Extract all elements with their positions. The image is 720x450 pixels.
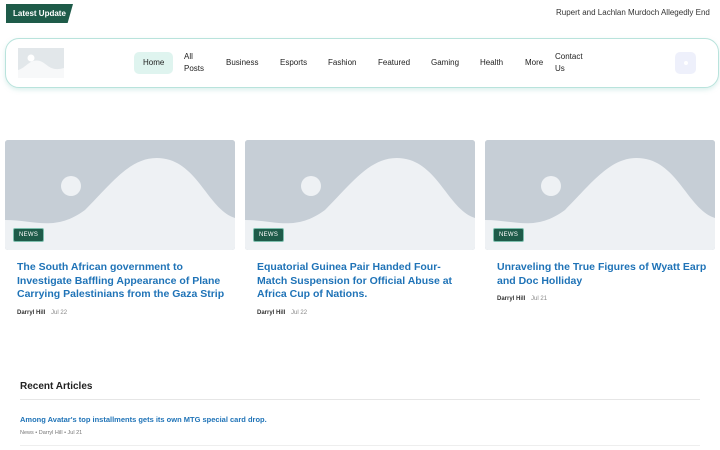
site-header: Home All Posts Business Esports Fashion … <box>5 38 719 88</box>
site-logo[interactable] <box>18 48 64 78</box>
category-badge[interactable]: NEWS <box>493 228 525 242</box>
ticker-headline[interactable]: Rupert and Lachlan Murdoch Allegedly End <box>556 8 720 17</box>
category-badge[interactable]: NEWS <box>253 228 285 242</box>
nav-item-more[interactable]: More <box>525 52 543 74</box>
latest-update-ticker: Latest Update Rupert and Lachlan Murdoch… <box>0 0 720 28</box>
search-icon <box>683 61 688 65</box>
section-divider <box>20 399 700 400</box>
card-image[interactable]: NEWS <box>245 140 475 250</box>
nav-item-featured[interactable]: Featured <box>378 52 410 74</box>
image-placeholder-icon <box>18 48 64 78</box>
featured-card[interactable]: NEWS Unraveling the True Figures of Wyat… <box>485 140 715 302</box>
latest-update-badge: Latest Update <box>6 4 73 23</box>
search-button[interactable] <box>675 52 696 74</box>
recent-article-title[interactable]: Among Avatar's top installments gets its… <box>20 415 267 424</box>
card-meta: Darryl Hill Jul 22 <box>5 310 235 316</box>
card-date: Jul 21 <box>531 296 548 303</box>
nav-item-health[interactable]: Health <box>480 52 503 74</box>
card-image[interactable]: NEWS <box>5 140 235 250</box>
card-author[interactable]: Darryl Hill <box>257 310 285 316</box>
card-author[interactable]: Darryl Hill <box>17 310 45 316</box>
category-badge[interactable]: NEWS <box>13 228 45 242</box>
card-author[interactable]: Darryl Hill <box>497 296 525 302</box>
nav-item-contact-us[interactable]: Contact Us <box>555 52 589 74</box>
recent-articles-heading: Recent Articles <box>20 381 93 392</box>
featured-card[interactable]: NEWS Equatorial Guinea Pair Handed Four-… <box>245 140 475 316</box>
nav-item-fashion[interactable]: Fashion <box>328 52 356 74</box>
card-date: Jul 22 <box>51 310 68 317</box>
nav-item-gaming[interactable]: Gaming <box>431 52 459 74</box>
nav-item-business[interactable]: Business <box>226 52 258 74</box>
recent-article-meta: News • Darryl Hill • Jul 21 <box>20 430 83 436</box>
card-image[interactable]: NEWS <box>485 140 715 250</box>
card-meta: Darryl Hill Jul 22 <box>245 310 475 316</box>
card-title[interactable]: Unraveling the True Figures of Wyatt Ear… <box>485 261 715 288</box>
card-title[interactable]: The South African government to Investig… <box>5 261 235 302</box>
card-meta: Darryl Hill Jul 21 <box>485 296 715 302</box>
card-date: Jul 22 <box>291 310 308 317</box>
featured-card[interactable]: NEWS The South African government to Inv… <box>5 140 235 316</box>
nav-item-esports[interactable]: Esports <box>280 52 307 74</box>
nav-item-all-posts[interactable]: All Posts <box>184 52 208 74</box>
list-divider <box>20 445 700 446</box>
nav-item-home[interactable]: Home <box>134 52 174 74</box>
card-title[interactable]: Equatorial Guinea Pair Handed Four-Match… <box>245 261 475 302</box>
